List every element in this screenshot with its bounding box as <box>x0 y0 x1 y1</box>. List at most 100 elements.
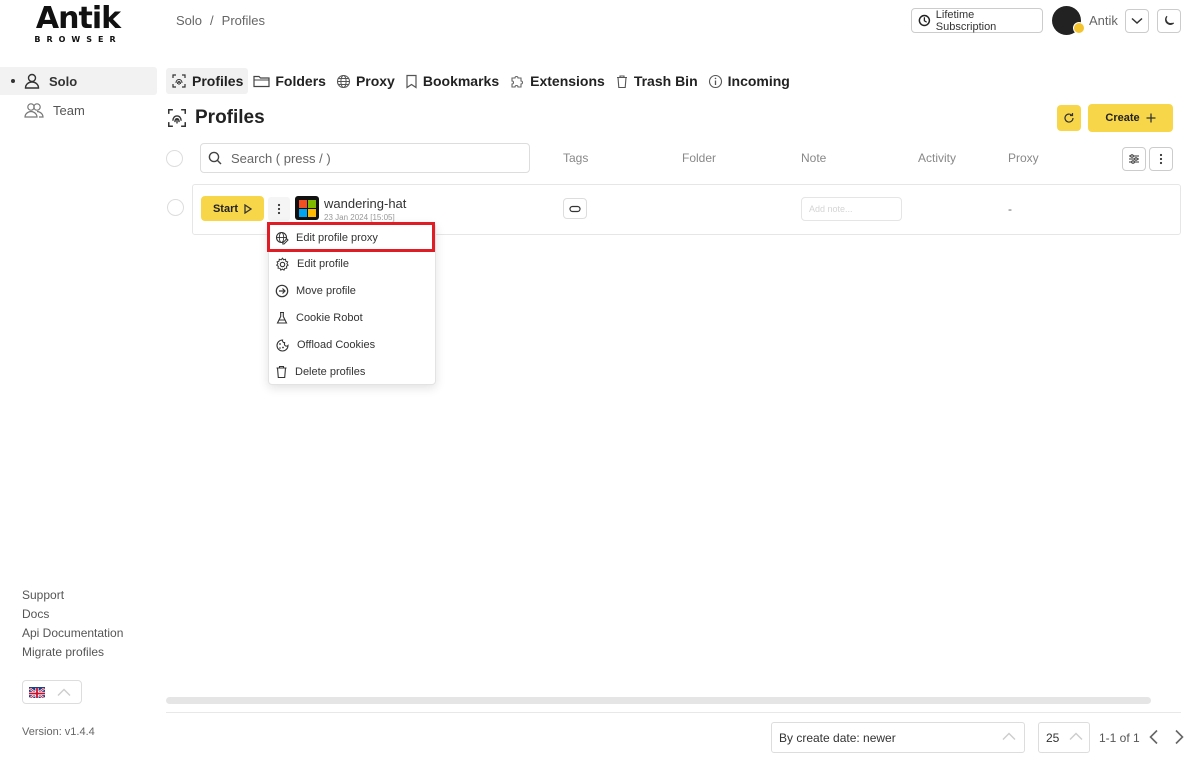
table-more-button[interactable] <box>1149 147 1173 171</box>
clock-icon <box>918 14 931 27</box>
search-icon <box>208 151 222 165</box>
per-page-select[interactable]: 25 <box>1038 722 1090 753</box>
docs-link[interactable]: Docs <box>22 605 123 624</box>
menu-item-edit-profile[interactable]: Edit profile <box>275 252 349 276</box>
sidebar-item-label: Solo <box>49 73 78 89</box>
arrow-right-circle-icon <box>275 284 289 298</box>
breadcrumb-root[interactable]: Solo <box>176 13 202 28</box>
tab-label: Proxy <box>355 73 395 89</box>
create-label: Create <box>1105 112 1140 124</box>
flask-icon <box>276 311 288 324</box>
note-input[interactable] <box>801 197 902 221</box>
play-icon <box>244 203 253 214</box>
sidebar-item-label: Team <box>53 102 85 118</box>
divider <box>166 712 1181 713</box>
plus-icon <box>1146 113 1156 123</box>
proxy-value: - <box>1008 202 1012 216</box>
tab-extensions[interactable]: Extensions <box>504 68 610 94</box>
tab-label: Incoming <box>727 73 790 89</box>
moon-icon <box>1165 15 1175 25</box>
row-checkbox[interactable] <box>167 199 184 216</box>
prev-page-icon[interactable] <box>1148 729 1160 745</box>
sort-value: By create date: newer <box>779 730 896 745</box>
subscription-label: Lifetime Subscription <box>935 8 997 33</box>
chevron-up-icon <box>57 688 71 696</box>
breadcrumb-separator: / <box>210 13 214 28</box>
sort-select[interactable]: By create date: newer <box>771 722 1025 753</box>
tab-trash-bin[interactable]: Trash Bin <box>610 68 703 94</box>
user-menu-button[interactable] <box>1125 9 1149 33</box>
windows-logo-part <box>298 199 307 208</box>
breadcrumb-current: Profiles <box>221 13 266 28</box>
tab-label: Bookmarks <box>422 73 500 89</box>
menu-item-offload-cookies[interactable]: Offload Cookies <box>275 333 375 357</box>
menu-item-label: Edit profile <box>297 258 349 270</box>
user-name[interactable]: Antik <box>1089 13 1118 28</box>
menu-item-cookie-robot[interactable]: Cookie Robot <box>275 306 363 330</box>
select-all-checkbox[interactable] <box>166 150 183 167</box>
migrate-profiles-link[interactable]: Migrate profiles <box>22 643 123 662</box>
horizontal-scrollbar[interactable] <box>166 697 1151 704</box>
gear-icon <box>275 256 289 271</box>
windows-logo-part <box>307 199 316 208</box>
row-actions-button[interactable] <box>268 197 290 221</box>
column-header-note[interactable]: Note <box>801 151 826 165</box>
windows-logo-part <box>298 208 307 217</box>
more-vertical-icon <box>277 203 281 215</box>
menu-item-move-profile[interactable]: Move profile <box>275 279 356 303</box>
highlight-box <box>267 222 435 252</box>
menu-item-label: Move profile <box>296 285 356 297</box>
column-header-proxy[interactable]: Proxy <box>1008 151 1039 165</box>
page-title: Profiles <box>166 107 265 129</box>
app-logo: Antik BROWSER <box>30 4 126 45</box>
bookmark-icon <box>406 74 417 89</box>
main-tabs: Profiles Folders Proxy Bookmarks Extensi… <box>166 68 795 94</box>
menu-item-delete-profiles[interactable]: Delete profiles <box>275 360 365 384</box>
menu-item-label: Offload Cookies <box>297 339 376 351</box>
users-icon <box>24 103 44 118</box>
lifetime-subscription-button[interactable]: Lifetime Subscription <box>911 8 1043 33</box>
tab-profiles[interactable]: Profiles <box>166 68 249 94</box>
page-title-text: Profiles <box>195 107 265 128</box>
tab-bookmarks[interactable]: Bookmarks <box>400 68 504 94</box>
tab-folders[interactable]: Folders <box>248 68 331 94</box>
column-header-activity[interactable]: Activity <box>918 151 956 165</box>
refresh-button[interactable] <box>1057 105 1081 131</box>
support-link[interactable]: Support <box>22 586 123 605</box>
start-button[interactable]: Start <box>201 196 264 221</box>
menu-item-label: Delete profiles <box>295 366 366 378</box>
tab-proxy[interactable]: Proxy <box>331 68 400 94</box>
sidebar-item-team[interactable]: Team <box>0 96 157 124</box>
column-header-folder[interactable]: Folder <box>682 151 716 165</box>
pagination-info: 1-1 of 1 <box>1099 731 1140 745</box>
chevron-down-icon <box>1131 17 1143 25</box>
search-box[interactable] <box>200 143 530 173</box>
add-tag-button[interactable] <box>563 198 587 219</box>
tab-label: Trash Bin <box>633 73 698 89</box>
per-page-value: 25 <box>1046 730 1060 745</box>
api-documentation-link[interactable]: Api Documentation <box>22 624 123 643</box>
logo-subtext: BROWSER <box>34 35 122 44</box>
column-header-tags[interactable]: Tags <box>563 151 588 165</box>
star-badge-icon <box>1073 22 1085 34</box>
sidebar-item-solo[interactable]: Solo <box>0 67 157 95</box>
language-selector[interactable] <box>22 680 82 704</box>
tab-incoming[interactable]: Incoming <box>703 68 795 94</box>
menu-item-label: Cookie Robot <box>296 312 363 324</box>
puzzle-icon <box>511 76 524 88</box>
sliders-icon <box>1129 154 1139 164</box>
fingerprint-icon <box>167 108 187 128</box>
profile-name[interactable]: wandering-hat <box>324 196 406 211</box>
next-page-icon[interactable] <box>1173 729 1185 745</box>
info-icon <box>708 74 722 88</box>
create-button[interactable]: Create <box>1088 104 1173 132</box>
search-input[interactable] <box>231 150 511 166</box>
cookie-icon <box>276 338 289 352</box>
tab-label: Profiles <box>192 73 244 89</box>
windows-logo-part <box>307 208 316 217</box>
user-icon <box>24 73 40 89</box>
folder-icon <box>253 75 270 88</box>
theme-toggle-button[interactable] <box>1157 9 1181 33</box>
column-settings-button[interactable] <box>1122 147 1146 171</box>
more-vertical-icon <box>1159 153 1163 165</box>
